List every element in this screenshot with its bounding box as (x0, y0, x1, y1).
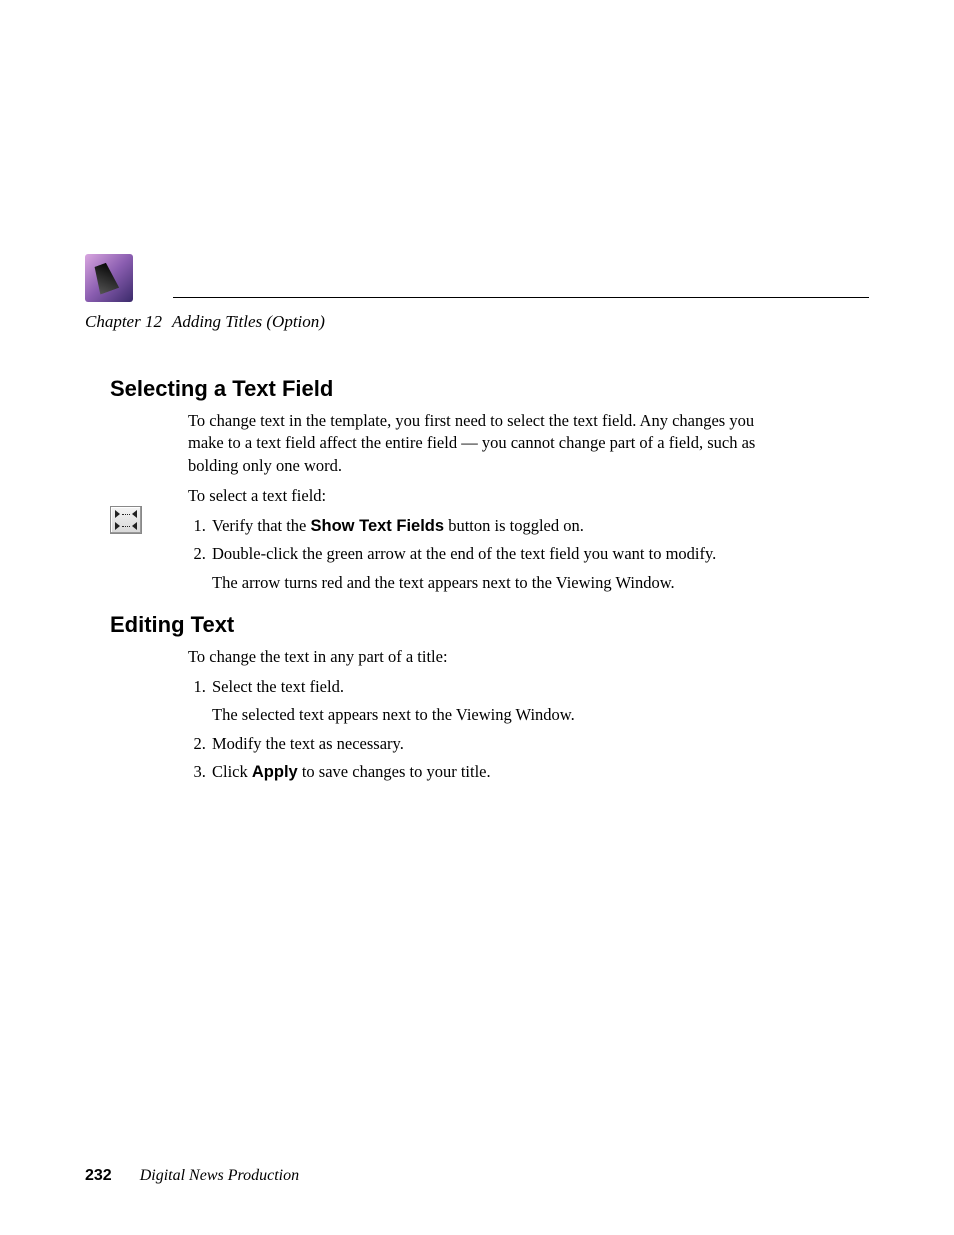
chapter-line: Chapter 12 Adding Titles (Option) (85, 312, 869, 332)
book-title: Digital News Production (140, 1167, 299, 1184)
step1-post: button is toggled on. (444, 516, 584, 535)
s2-step1-after: The selected text appears next to the Vi… (212, 704, 784, 726)
section-heading-editing: Editing Text (110, 612, 784, 638)
app-logo-icon (85, 254, 133, 302)
s2-step3-bold: Apply (252, 763, 298, 781)
s2-step3-post: to save changes to your title. (298, 762, 491, 781)
chapter-title: Adding Titles (Option) (172, 312, 325, 331)
step2-after: The arrow turns red and the text appears… (212, 572, 784, 594)
section-heading-selecting: Selecting a Text Field (110, 376, 784, 402)
step1-bold: Show Text Fields (311, 517, 445, 535)
section1-body: To change text in the template, you firs… (188, 410, 784, 594)
page-footer: 232 Digital News Production (85, 1167, 869, 1185)
page-content: Selecting a Text Field To change text in… (110, 370, 784, 791)
section2-body: To change the text in any part of a titl… (188, 646, 784, 783)
section2-step-3: Click Apply to save changes to your titl… (210, 761, 784, 783)
step2-text: Double-click the green arrow at the end … (212, 544, 716, 563)
section1-steps: Verify that the Show Text Fields button … (188, 515, 784, 594)
section1-step-2: Double-click the green arrow at the end … (210, 543, 784, 594)
section2-step-2: Modify the text as necessary. (210, 733, 784, 755)
section2-steps: Select the text field. The selected text… (188, 676, 784, 783)
section2-step-1: Select the text field. The selected text… (210, 676, 784, 727)
show-text-fields-icon (110, 506, 142, 534)
step1-pre: Verify that the (212, 516, 311, 535)
chapter-number: Chapter 12 (85, 312, 162, 331)
section1-step-1: Verify that the Show Text Fields button … (210, 515, 784, 537)
s2-step2-text: Modify the text as necessary. (212, 734, 404, 753)
s2-step1-text: Select the text field. (212, 677, 344, 696)
s2-step3-pre: Click (212, 762, 252, 781)
section2-lead: To change the text in any part of a titl… (188, 646, 784, 668)
header-rule (173, 297, 869, 298)
header-logo-row (85, 254, 869, 302)
section1-intro: To change text in the template, you firs… (188, 410, 784, 477)
section1-lead: To select a text field: (188, 485, 784, 507)
page-header: Chapter 12 Adding Titles (Option) (85, 254, 869, 332)
page-number: 232 (85, 1167, 112, 1184)
